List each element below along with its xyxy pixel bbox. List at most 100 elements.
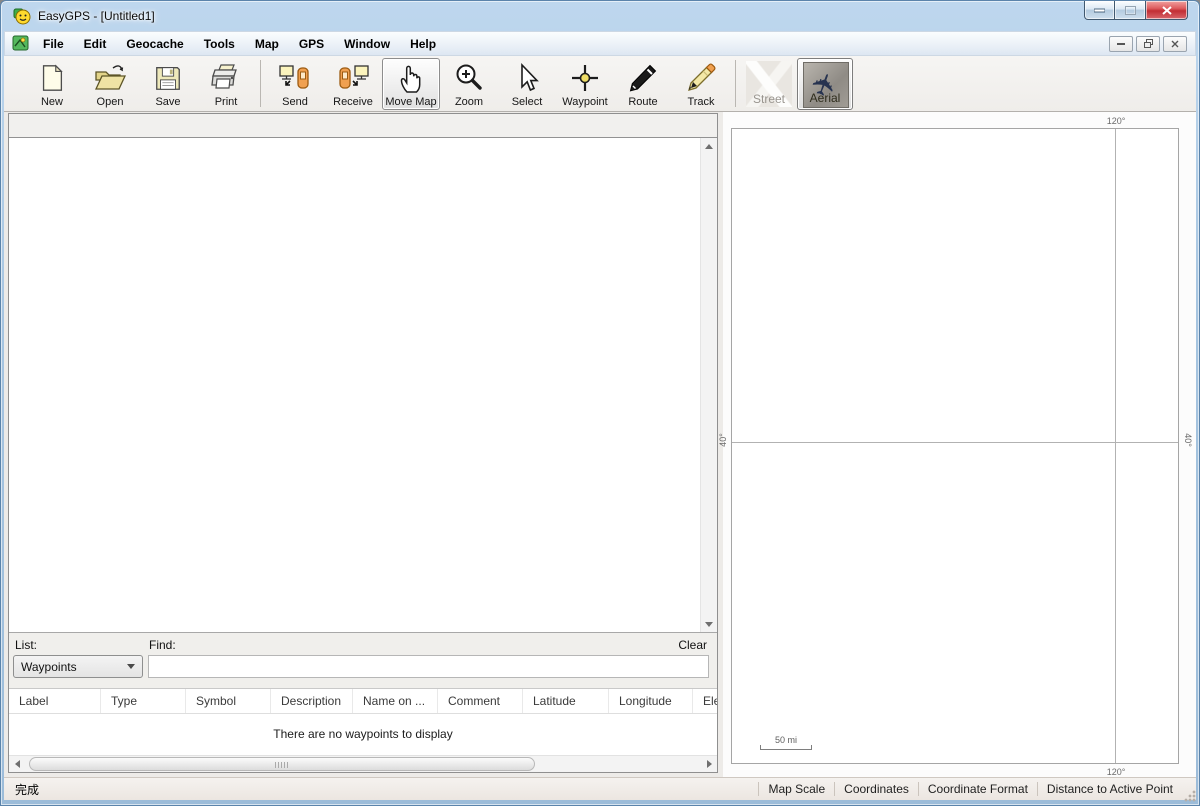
- open-folder-icon: [93, 59, 127, 96]
- receive-from-gps-icon: [336, 59, 370, 96]
- status-bar: 完成 Map Scale Coordinates Coordinate Form…: [4, 777, 1196, 800]
- track-pencil-icon: [685, 59, 717, 96]
- waypoint-table-body: There are no waypoints to display: [9, 714, 717, 755]
- menu-bar: File Edit Geocache Tools Map GPS Window …: [4, 31, 1196, 56]
- horizontal-scrollbar[interactable]: [9, 755, 717, 772]
- receive-button[interactable]: Receive: [324, 58, 382, 110]
- menu-window[interactable]: Window: [334, 34, 400, 54]
- list-label: List:: [15, 638, 37, 652]
- column-header-longitude[interactable]: Longitude: [609, 689, 693, 713]
- list-type-value: Waypoints: [21, 660, 77, 674]
- send-to-gps-icon: [278, 59, 312, 96]
- column-header-label[interactable]: Label: [9, 689, 101, 713]
- status-message: 完成: [4, 781, 39, 798]
- route-pen-icon: [627, 59, 659, 96]
- scroll-right-button[interactable]: [701, 756, 717, 772]
- column-header-latitude[interactable]: Latitude: [523, 689, 609, 713]
- meridian-label-top: 120°: [1101, 116, 1131, 126]
- column-header-symbol[interactable]: Symbol: [186, 689, 271, 713]
- magnifier-plus-icon: [453, 59, 485, 96]
- chevron-down-icon: [127, 664, 135, 669]
- hand-icon: [395, 59, 427, 96]
- mdi-close-button[interactable]: [1163, 36, 1187, 52]
- new-file-icon: [37, 59, 67, 96]
- empty-table-message: There are no waypoints to display: [273, 727, 452, 741]
- easygps-app-icon: [13, 7, 31, 25]
- scroll-down-button[interactable]: [701, 616, 717, 632]
- status-panes: Map Scale Coordinates Coordinate Format …: [758, 778, 1196, 800]
- printer-icon: [209, 59, 243, 96]
- meridian-gridline: [1115, 129, 1116, 763]
- street-view-button[interactable]: Street: [741, 58, 797, 110]
- scrollbar-thumb[interactable]: [29, 757, 535, 771]
- menu-file[interactable]: File: [33, 34, 74, 54]
- menu-help[interactable]: Help: [400, 34, 446, 54]
- route-button[interactable]: Route: [614, 58, 672, 110]
- save-floppy-icon: [153, 59, 183, 96]
- vertical-scrollbar[interactable]: [700, 138, 717, 632]
- waypoint-list-pane: List: Find: Clear Waypoints Label Type S…: [8, 113, 718, 773]
- open-button[interactable]: Open: [81, 58, 139, 110]
- close-button[interactable]: [1145, 1, 1188, 20]
- status-pane-coordinates: Coordinates: [834, 782, 918, 796]
- aerial-view-button[interactable]: ✈ Aerial: [797, 58, 853, 110]
- map-pane[interactable]: 120° 120° 40° 40° 50 mi: [723, 112, 1196, 778]
- column-header-type[interactable]: Type: [101, 689, 186, 713]
- toolbar-separator: [260, 60, 261, 107]
- column-header-description[interactable]: Description: [271, 689, 353, 713]
- status-pane-distance: Distance to Active Point: [1037, 782, 1182, 796]
- title-bar[interactable]: EasyGPS - [Untitled1]: [1, 1, 1199, 31]
- menu-gps[interactable]: GPS: [289, 34, 334, 54]
- mdi-restore-button[interactable]: [1136, 36, 1160, 52]
- status-pane-coordinate-format: Coordinate Format: [918, 782, 1037, 796]
- list-pane-header-strip: [9, 114, 717, 138]
- maximize-button[interactable]: [1115, 1, 1145, 20]
- window-title: EasyGPS - [Untitled1]: [38, 9, 155, 23]
- find-input[interactable]: [148, 655, 709, 678]
- list-find-panel: List: Find: Clear Waypoints: [9, 632, 717, 688]
- print-button[interactable]: Print: [197, 58, 255, 110]
- waypoint-button[interactable]: Waypoint: [556, 58, 614, 110]
- list-type-dropdown[interactable]: Waypoints: [13, 655, 143, 678]
- toolbar: New Open Save: [4, 56, 1196, 112]
- parallel-gridline: [732, 442, 1178, 443]
- clear-button[interactable]: Clear: [678, 638, 707, 652]
- scroll-up-button[interactable]: [701, 138, 717, 154]
- new-button[interactable]: New: [23, 58, 81, 110]
- status-pane-map-scale: Map Scale: [758, 782, 834, 796]
- document-view[interactable]: [9, 138, 717, 632]
- column-header-elevation[interactable]: Ele: [693, 689, 717, 713]
- save-button[interactable]: Save: [139, 58, 197, 110]
- toolbar-separator: [735, 60, 736, 107]
- scale-label: 50 mi: [760, 735, 812, 745]
- menu-map[interactable]: Map: [245, 34, 289, 54]
- parallel-label-left: 40°: [718, 433, 728, 447]
- menu-tools[interactable]: Tools: [194, 34, 245, 54]
- move-map-button[interactable]: Move Map: [382, 58, 440, 110]
- mdi-window-buttons: [1109, 36, 1190, 52]
- select-button[interactable]: Select: [498, 58, 556, 110]
- track-button[interactable]: Track: [672, 58, 730, 110]
- document-map-icon: [12, 35, 29, 52]
- cursor-arrow-icon: [513, 59, 541, 96]
- column-header-comment[interactable]: Comment: [438, 689, 523, 713]
- map-viewport[interactable]: 120° 120° 40° 40° 50 mi: [731, 128, 1179, 764]
- map-scale-bar: 50 mi: [760, 735, 812, 750]
- mdi-minimize-button[interactable]: [1109, 36, 1133, 52]
- parallel-label-right: 40°: [1183, 433, 1193, 447]
- waypoint-table-header: Label Type Symbol Description Name on ..…: [9, 688, 717, 714]
- menu-edit[interactable]: Edit: [74, 34, 117, 54]
- zoom-button[interactable]: Zoom: [440, 58, 498, 110]
- scroll-left-button[interactable]: [9, 756, 25, 772]
- find-label: Find:: [149, 638, 176, 652]
- minimize-button[interactable]: [1084, 1, 1115, 20]
- content-area: List: Find: Clear Waypoints Label Type S…: [4, 112, 1196, 779]
- menu-geocache[interactable]: Geocache: [116, 34, 193, 54]
- easygps-window: EasyGPS - [Untitled1] File Edit Geocache…: [0, 0, 1200, 806]
- column-header-name-on[interactable]: Name on ...: [353, 689, 438, 713]
- waypoint-crosshair-icon: [569, 59, 601, 96]
- meridian-label-bottom: 120°: [1101, 767, 1131, 777]
- scale-line: [760, 745, 812, 750]
- send-button[interactable]: Send: [266, 58, 324, 110]
- resize-grip[interactable]: [1184, 790, 1196, 802]
